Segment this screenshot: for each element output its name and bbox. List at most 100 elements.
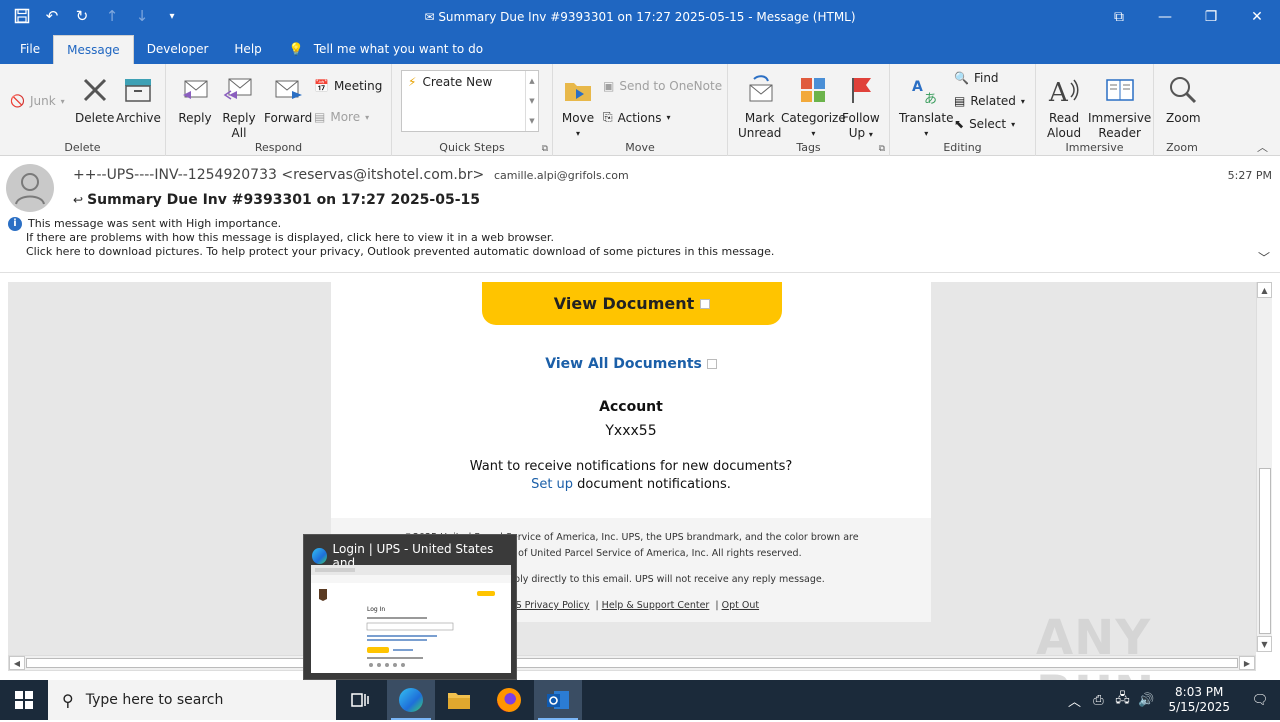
subject: ↩ Summary Due Inv #9393301 on 17:27 2025… bbox=[73, 192, 480, 208]
translate-button[interactable]: Aあ Translate ▾ bbox=[899, 72, 954, 141]
chevron-down-icon[interactable]: ﹀ bbox=[1258, 249, 1270, 266]
delete-button[interactable]: Delete bbox=[75, 72, 114, 126]
group-zoom: Zoom Zoom bbox=[1154, 64, 1210, 156]
translate-icon: Aあ bbox=[909, 72, 943, 108]
scroll-down-icon[interactable]: ▼ bbox=[529, 97, 534, 105]
search-icon: ⚲ bbox=[62, 690, 74, 710]
vertical-scrollbar[interactable]: ▲ ▼ bbox=[1256, 282, 1272, 652]
maximize-button[interactable]: ❐ bbox=[1188, 0, 1234, 34]
start-button[interactable] bbox=[0, 680, 48, 720]
tab-file[interactable]: File bbox=[0, 34, 53, 64]
archive-button[interactable]: Archive bbox=[116, 72, 161, 126]
forward-button[interactable]: Forward bbox=[264, 72, 312, 126]
calendar-icon: 📅 bbox=[314, 79, 329, 93]
immersive-reader-button[interactable]: Immersive Reader bbox=[1088, 72, 1151, 141]
categorize-button[interactable]: Categorize ▾ bbox=[781, 72, 846, 141]
recipient[interactable]: camille.alpi@grifols.com bbox=[494, 169, 629, 182]
archive-icon bbox=[121, 72, 155, 108]
edge-icon[interactable] bbox=[387, 680, 435, 720]
quick-step-create-new[interactable]: ⚡ Create New bbox=[408, 75, 492, 89]
follow-up-label-2-wrap: Up ▾ bbox=[849, 126, 873, 142]
related-icon: ▤ bbox=[954, 94, 966, 108]
more-icon: ▤ bbox=[314, 110, 326, 124]
set-up-link[interactable]: Set up bbox=[531, 477, 573, 492]
svg-text:A: A bbox=[912, 79, 923, 95]
folder-move-icon bbox=[561, 72, 595, 108]
ribbon-tabs: File Message Developer Help 💡 Tell me wh… bbox=[0, 34, 1280, 64]
network-icon[interactable]: 🖧 bbox=[1110, 689, 1134, 711]
broken-image-icon bbox=[706, 359, 717, 369]
help-support-link[interactable]: Help & Support Center bbox=[602, 600, 710, 611]
tell-me-box[interactable]: 💡 Tell me what you want to do bbox=[275, 34, 496, 64]
action-icon[interactable]: ⎙ bbox=[1086, 693, 1110, 708]
actions-button[interactable]: ⎘ Actions ▾ bbox=[603, 110, 670, 125]
dialog-launcher-icon[interactable]: ⧉ bbox=[879, 144, 885, 154]
onenote-label: Send to OneNote bbox=[619, 79, 723, 93]
tab-developer[interactable]: Developer bbox=[134, 34, 222, 64]
read-aloud-button[interactable]: A Read Aloud bbox=[1047, 72, 1081, 141]
ribbon-display-options-icon[interactable]: ⧉ bbox=[1096, 0, 1142, 34]
reply-all-button[interactable]: Reply All bbox=[222, 72, 256, 141]
outlook-icon[interactable] bbox=[534, 680, 582, 720]
search-placeholder: Type here to search bbox=[85, 692, 224, 708]
window-title: ✉ Summary Due Inv #9393301 on 17:27 2025… bbox=[0, 10, 1280, 24]
mark-unread-button[interactable]: Mark Unread bbox=[738, 72, 781, 141]
close-button[interactable]: ✕ bbox=[1234, 0, 1280, 34]
minimize-button[interactable]: — bbox=[1142, 0, 1188, 34]
account-label: Account bbox=[599, 399, 663, 415]
taskbar-search[interactable]: ⚲ Type here to search bbox=[48, 680, 336, 720]
flag-icon bbox=[844, 72, 878, 108]
tell-me-text: Tell me what you want to do bbox=[313, 42, 484, 56]
chevron-up-icon[interactable]: ︿ bbox=[1062, 691, 1086, 710]
scroll-up-icon[interactable]: ▲ bbox=[529, 77, 534, 85]
move-label: Move bbox=[561, 111, 595, 125]
taskbar-thumbnail-preview[interactable]: Login | UPS - United States and ... Log … bbox=[303, 534, 517, 680]
junk-button[interactable]: 🚫 Junk ▾ bbox=[10, 94, 65, 108]
firefox-icon[interactable] bbox=[485, 680, 533, 720]
volume-icon[interactable]: 🔊 bbox=[1134, 693, 1158, 708]
expand-gallery-icon[interactable]: ▼ bbox=[529, 117, 534, 125]
follow-up-button[interactable]: Follow Up ▾ bbox=[842, 72, 880, 142]
chevron-down-icon: ▾ bbox=[924, 129, 929, 138]
quick-steps-gallery[interactable]: ⚡ Create New ▲ ▼ ▼ bbox=[401, 70, 539, 132]
more-respond-button[interactable]: ▤ More ▾ bbox=[314, 110, 369, 124]
quick-steps-scrollbar[interactable]: ▲ ▼ ▼ bbox=[525, 71, 538, 131]
group-delete: 🚫 Junk ▾ Delete Archive Delete bbox=[0, 64, 166, 156]
related-button[interactable]: ▤ Related ▾ bbox=[954, 94, 1025, 108]
actions-label: Actions bbox=[617, 110, 662, 125]
zoom-button[interactable]: Zoom bbox=[1166, 72, 1201, 126]
tab-help[interactable]: Help bbox=[221, 34, 274, 64]
clock[interactable]: 8:03 PM 5/15/2025 bbox=[1158, 685, 1240, 715]
view-all-label: View All Documents bbox=[545, 356, 702, 372]
view-document-button[interactable]: View Document bbox=[482, 282, 782, 325]
move-button[interactable]: Move ▾ bbox=[561, 72, 595, 141]
lightning-icon: ⚡ bbox=[408, 75, 417, 89]
task-view-icon[interactable] bbox=[336, 680, 384, 720]
sender[interactable]: ++--UPS----INV--1254920733 <reservas@its… bbox=[73, 167, 484, 183]
select-button[interactable]: ⬉ Select ▾ bbox=[954, 117, 1015, 131]
file-explorer-icon[interactable] bbox=[435, 680, 483, 720]
view-in-browser-notice[interactable]: If there are problems with how this mess… bbox=[8, 231, 774, 245]
group-label-move: Move bbox=[625, 141, 655, 154]
scroll-up-icon[interactable]: ▲ bbox=[1257, 282, 1272, 298]
reply-all-label-2: All bbox=[231, 126, 247, 140]
meeting-button[interactable]: 📅 Meeting bbox=[314, 79, 382, 93]
scroll-left-icon[interactable]: ◀ bbox=[9, 656, 25, 670]
account-value: Yxxx55 bbox=[605, 423, 657, 439]
edge-icon bbox=[312, 548, 327, 564]
tab-message[interactable]: Message bbox=[53, 35, 134, 64]
find-button[interactable]: 🔍 Find bbox=[954, 71, 999, 85]
view-all-documents-link[interactable]: View All Documents bbox=[331, 356, 931, 372]
reply-button[interactable]: Reply bbox=[178, 72, 212, 126]
setup-rest-text: document notifications. bbox=[573, 477, 731, 492]
send-to-onenote-button[interactable]: ▣ Send to OneNote bbox=[603, 79, 722, 93]
categorize-label: Categorize bbox=[781, 111, 846, 125]
collapse-ribbon-icon[interactable]: ︿ bbox=[1257, 139, 1268, 155]
opt-out-link[interactable]: Opt Out bbox=[722, 600, 759, 611]
dialog-launcher-icon[interactable]: ⧉ bbox=[542, 144, 548, 154]
read-aloud-label-1: Read bbox=[1048, 111, 1080, 125]
info-bar: i This message was sent with High import… bbox=[8, 217, 774, 259]
download-pictures-notice[interactable]: Click here to download pictures. To help… bbox=[8, 245, 774, 259]
notifications-icon[interactable]: 🗨 bbox=[1240, 693, 1280, 708]
svg-text:A: A bbox=[1048, 78, 1069, 105]
